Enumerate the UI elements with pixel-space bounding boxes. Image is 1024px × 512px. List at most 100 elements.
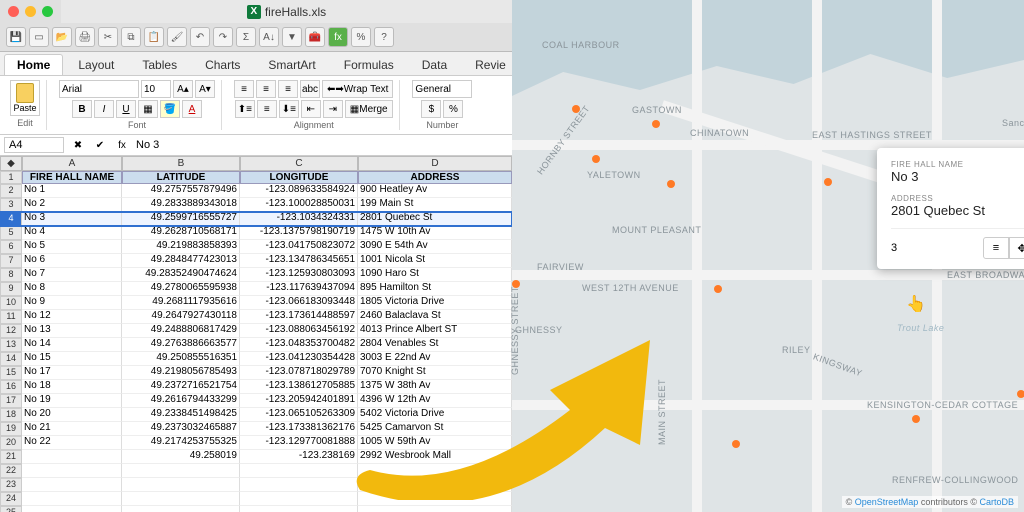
cell[interactable] — [358, 464, 512, 478]
corner-cell[interactable]: ◆ — [0, 156, 22, 171]
col-A[interactable]: A — [22, 156, 122, 171]
row-num[interactable]: 8 — [0, 268, 22, 282]
cell[interactable] — [240, 492, 358, 506]
cell[interactable]: 7070 Knight St — [358, 366, 512, 380]
align-center[interactable]: ≡ — [256, 80, 276, 98]
cell[interactable]: 49.2628710568171 — [122, 226, 240, 240]
cell[interactable]: 49.2616794433299 — [122, 394, 240, 408]
fx-icon[interactable]: fx — [328, 27, 348, 47]
undo-icon[interactable]: ↶ — [190, 27, 210, 47]
wrap-button[interactable]: ⬅➡ Wrap Text — [322, 80, 393, 98]
cell[interactable]: No 2 — [22, 198, 122, 212]
save-icon[interactable]: 💾 — [6, 27, 26, 47]
help-icon[interactable]: ? — [374, 27, 394, 47]
cell[interactable]: No 5 — [22, 240, 122, 254]
row-num[interactable]: 6 — [0, 240, 22, 254]
spreadsheet[interactable]: ◆ A B C D 1 FIRE HALL NAME LATITUDE LONG… — [0, 156, 512, 512]
cell[interactable]: No 21 — [22, 422, 122, 436]
cell[interactable]: -123.041230354428 — [240, 352, 358, 366]
cell[interactable]: 2804 Venables St — [358, 338, 512, 352]
border-button[interactable]: ▦ — [138, 100, 158, 118]
cell[interactable]: 49.2198056785493 — [122, 366, 240, 380]
cell[interactable]: 49.2647927430118 — [122, 310, 240, 324]
table-row[interactable]: 22 — [0, 464, 512, 478]
table-row[interactable]: 25 — [0, 506, 512, 512]
cell[interactable]: 49.2338451498425 — [122, 408, 240, 422]
valign-mid[interactable]: ≡ — [257, 100, 277, 118]
map-pin[interactable] — [912, 415, 920, 423]
table-row[interactable]: 2149.258019-123.2381692992 Wesbrook Mall — [0, 450, 512, 464]
cell[interactable]: 1475 W 10th Av — [358, 226, 512, 240]
cell[interactable]: 900 Heatley Av — [358, 184, 512, 198]
ribbon-tab-home[interactable]: Home — [4, 54, 63, 75]
font-select[interactable] — [59, 80, 139, 98]
indent-left[interactable]: ⇤ — [301, 100, 321, 118]
row-num[interactable]: 3 — [0, 198, 22, 212]
cell[interactable]: 1001 Nicola St — [358, 254, 512, 268]
table-row[interactable]: 7No 649.2848477423013-123.13478634565110… — [0, 254, 512, 268]
zoom-window[interactable] — [42, 6, 53, 17]
cell[interactable]: No 7 — [22, 268, 122, 282]
map-pin[interactable] — [667, 180, 675, 188]
cell[interactable]: -123.078718029789 — [240, 366, 358, 380]
row-num[interactable]: 11 — [0, 310, 22, 324]
cell[interactable]: 1005 W 59th Av — [358, 436, 512, 450]
zoom-icon[interactable]: % — [351, 27, 371, 47]
row-num[interactable]: 20 — [0, 436, 22, 450]
row-num[interactable]: 25 — [0, 506, 22, 512]
cell[interactable]: -123.1034324331 — [240, 212, 358, 226]
fontcolor-button[interactable]: A — [182, 100, 202, 118]
cell[interactable]: ADDRESS — [358, 171, 512, 184]
cell[interactable] — [22, 506, 122, 512]
format-painter-icon[interactable]: 🖌 — [167, 27, 187, 47]
row-num[interactable]: 9 — [0, 282, 22, 296]
cell[interactable]: 4013 Prince Albert ST — [358, 324, 512, 338]
cell[interactable]: 2460 Balaclava St — [358, 310, 512, 324]
cell[interactable]: -123.173381362176 — [240, 422, 358, 436]
cell[interactable]: 1805 Victoria Drive — [358, 296, 512, 310]
percent-button[interactable]: % — [443, 100, 463, 118]
ribbon-tab-smartart[interactable]: SmartArt — [255, 54, 328, 75]
cell[interactable]: LATITUDE — [122, 171, 240, 184]
row-num[interactable]: 15 — [0, 366, 22, 380]
table-row[interactable]: 12No 1349.2488806817429-123.088063456192… — [0, 324, 512, 338]
fontsize-down[interactable]: A▾ — [195, 80, 215, 98]
formula-input[interactable]: No 3 — [136, 139, 508, 151]
table-row[interactable]: 11No 1249.2647927430118-123.173614488597… — [0, 310, 512, 324]
currency-button[interactable]: $ — [421, 100, 441, 118]
cell[interactable]: -123.088063456192 — [240, 324, 358, 338]
ribbon-tab-data[interactable]: Data — [409, 54, 460, 75]
table-row[interactable]: 9No 849.2780065595938-123.11763943709489… — [0, 282, 512, 296]
cell[interactable]: 2992 Wesbrook Mall — [358, 450, 512, 464]
cell[interactable]: 49.2848477423013 — [122, 254, 240, 268]
new-icon[interactable]: ▭ — [29, 27, 49, 47]
cell[interactable]: No 3 — [22, 212, 122, 226]
cell[interactable]: -123.089633584924 — [240, 184, 358, 198]
map-pin[interactable] — [512, 280, 520, 288]
carto-link[interactable]: CartoDB — [979, 497, 1014, 507]
toolbox-icon[interactable]: 🧰 — [305, 27, 325, 47]
minimize-window[interactable] — [25, 6, 36, 17]
cell[interactable]: 49.250855516351 — [122, 352, 240, 366]
cell[interactable] — [358, 492, 512, 506]
row-num[interactable]: 7 — [0, 254, 22, 268]
cell[interactable]: No 17 — [22, 366, 122, 380]
cell[interactable]: No 9 — [22, 296, 122, 310]
cell[interactable] — [358, 506, 512, 512]
table-row[interactable]: 16No 1849.2372716521754-123.138612705885… — [0, 380, 512, 394]
table-row[interactable]: 10No 949.2681117935616-123.0661830934481… — [0, 296, 512, 310]
map-pin[interactable] — [824, 178, 832, 186]
cell[interactable]: No 19 — [22, 394, 122, 408]
col-B[interactable]: B — [122, 156, 240, 171]
row-num[interactable]: 14 — [0, 352, 22, 366]
row-num[interactable]: 22 — [0, 464, 22, 478]
row-num[interactable]: 12 — [0, 324, 22, 338]
cell[interactable]: 199 Main St — [358, 198, 512, 212]
cell[interactable]: No 14 — [22, 338, 122, 352]
cell[interactable]: -123.041750823072 — [240, 240, 358, 254]
cell[interactable]: 3003 E 22nd Av — [358, 352, 512, 366]
row-num[interactable]: 10 — [0, 296, 22, 310]
ribbon-tab-formulas[interactable]: Formulas — [331, 54, 407, 75]
table-row[interactable]: 19No 2149.2373032465887-123.173381362176… — [0, 422, 512, 436]
row-num[interactable]: 1 — [0, 171, 22, 184]
